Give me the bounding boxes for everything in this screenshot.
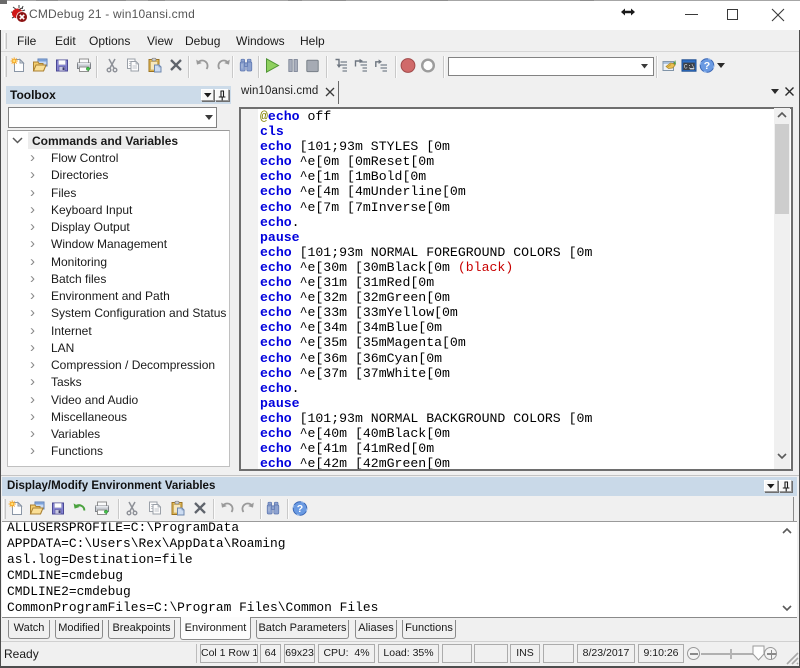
svg-text:?: ? <box>297 503 303 515</box>
svg-text:C:\: C:\ <box>684 64 695 71</box>
svg-text:?: ? <box>704 60 710 72</box>
